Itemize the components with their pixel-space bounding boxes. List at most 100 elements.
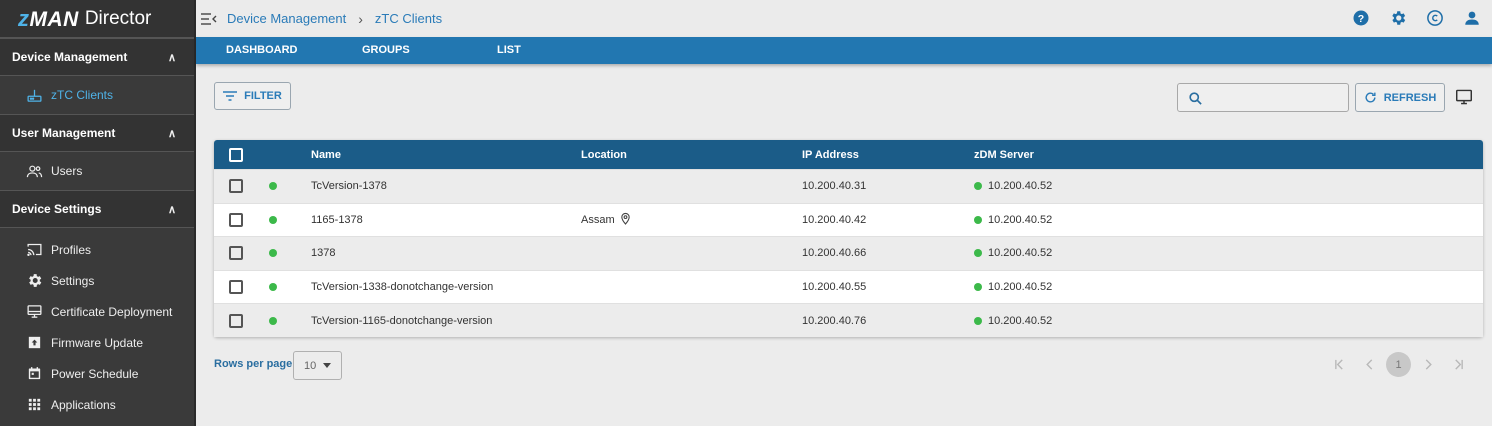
column-ip-address[interactable]: IP Address — [802, 149, 859, 161]
server-status-dot — [974, 283, 982, 292]
app-logo[interactable]: zMAN Director — [0, 0, 194, 38]
search-box[interactable] — [1177, 83, 1349, 112]
row-checkbox[interactable] — [229, 313, 243, 328]
chevron-up-icon: ∧ — [167, 51, 176, 64]
server-status-dot — [974, 182, 982, 191]
online-status-dot — [269, 316, 277, 325]
cell-server: 10.200.40.52 — [974, 281, 1052, 293]
location-text: Assam — [581, 213, 615, 226]
sidebar-item-ztc-clients[interactable]: zTC Clients — [0, 76, 194, 114]
online-status-dot — [269, 283, 277, 292]
sidebar-item-label: Firmware Update — [51, 335, 144, 350]
sidebar-item-settings[interactable]: Settings — [0, 265, 194, 296]
row-checkbox[interactable] — [229, 212, 243, 227]
clients-table: Name Location IP Address zDM Server TcVe… — [214, 140, 1483, 337]
tab-bar: DASHBOARD GROUPS LIST — [196, 37, 1492, 64]
server-status-dot — [974, 316, 982, 325]
sidebar-item-certificate-deployment[interactable]: Certificate Deployment — [0, 296, 194, 327]
server-status-dot — [974, 249, 982, 258]
breadcrumb: Device Management › zTC Clients — [227, 11, 442, 27]
column-zdm-server[interactable]: zDM Server — [974, 149, 1034, 161]
cell-server: 10.200.40.52 — [974, 214, 1052, 226]
row-checkbox-cell — [229, 212, 243, 227]
status-cell — [269, 182, 277, 191]
server-status-dot — [974, 215, 982, 224]
sidebar-item-power-schedule[interactable]: Power Schedule — [0, 358, 194, 389]
select-all-checkbox[interactable] — [229, 147, 243, 162]
location-pin-icon[interactable] — [620, 212, 631, 228]
sidebar-item-label: Settings — [51, 273, 95, 288]
row-checkbox-cell — [229, 246, 243, 261]
cell-ip: 10.200.40.55 — [802, 281, 867, 294]
cell-name: 1165-1378 — [311, 213, 363, 226]
display-icon[interactable] — [1455, 89, 1473, 110]
row-checkbox[interactable] — [229, 280, 243, 295]
table-header: Name Location IP Address zDM Server — [214, 140, 1483, 169]
row-checkbox[interactable] — [229, 246, 243, 261]
section-device-management[interactable]: Device Management ∧ — [0, 38, 194, 76]
tab-groups[interactable]: GROUPS — [362, 44, 410, 56]
page-number-current[interactable]: 1 — [1386, 352, 1411, 377]
logo-brand-rest: MAN — [29, 7, 79, 31]
sidebar-item-firmware-update[interactable]: Firmware Update — [0, 327, 194, 358]
cell-location: Assam — [581, 212, 631, 228]
top-icons: ? — [1334, 8, 1482, 28]
table-row[interactable]: 1378 10.200.40.66 10.200.40.52 — [214, 236, 1483, 270]
table-row[interactable]: TcVersion-1378 10.200.40.31 10.200.40.52 — [214, 169, 1483, 203]
online-status-dot — [269, 249, 277, 258]
server-text: 10.200.40.52 — [988, 314, 1053, 327]
sidebar-item-label: zTC Clients — [51, 88, 114, 102]
column-name[interactable]: Name — [311, 149, 341, 161]
users-icon — [25, 163, 43, 179]
cell-name: TcVersion-1165-donotchange-version — [311, 314, 493, 327]
section-device-settings[interactable]: Device Settings ∧ — [0, 190, 194, 228]
settings-gear-icon[interactable] — [1388, 8, 1408, 28]
table-row[interactable]: TcVersion-1165-donotchange-version 10.20… — [214, 303, 1483, 337]
collapse-menu-icon[interactable] — [201, 12, 219, 26]
cell-ip: 10.200.40.66 — [802, 247, 867, 260]
refresh-icon — [1365, 92, 1376, 103]
cell-ip: 10.200.40.42 — [802, 213, 867, 226]
filter-button[interactable]: FILTER — [214, 82, 291, 110]
table-row[interactable]: TcVersion-1338-donotchange-version 10.20… — [214, 269, 1483, 304]
chevron-right-icon: › — [358, 10, 363, 27]
sidebar-item-applications[interactable]: Applications — [0, 389, 194, 420]
gear-icon — [25, 273, 43, 289]
help-icon[interactable]: ? — [1351, 8, 1371, 28]
server-text: 10.200.40.52 — [988, 213, 1053, 226]
search-input[interactable] — [1178, 84, 1348, 111]
user-icon[interactable] — [1462, 8, 1482, 28]
chevron-up-icon: ∧ — [167, 127, 176, 140]
refresh-button[interactable]: REFRESH — [1355, 83, 1445, 112]
row-checkbox-cell — [229, 280, 243, 295]
cell-name: TcVersion-1338-donotchange-version — [311, 281, 494, 294]
tab-dashboard[interactable]: DASHBOARD — [226, 44, 298, 56]
table-row[interactable]: 1165-1378 Assam 10.200.40.42 10.200.40.5… — [214, 202, 1483, 237]
sidebar-item-profiles[interactable]: Profiles — [0, 234, 194, 265]
cell-ip: 10.200.40.31 — [802, 180, 867, 193]
next-page-icon[interactable] — [1421, 352, 1437, 376]
calendar-icon — [25, 366, 43, 382]
cell-ip: 10.200.40.76 — [802, 314, 867, 327]
previous-page-icon[interactable] — [1361, 352, 1377, 376]
sidebar-item-label: Profiles — [51, 242, 92, 257]
status-cell — [269, 249, 277, 258]
cell-name: 1378 — [311, 247, 336, 260]
section-user-management[interactable]: User Management ∧ — [0, 114, 194, 152]
cell-server: 10.200.40.52 — [974, 247, 1052, 259]
first-page-icon[interactable] — [1331, 352, 1347, 376]
row-checkbox-cell — [229, 313, 243, 328]
tab-list[interactable]: LIST — [497, 44, 521, 56]
row-checkbox[interactable] — [229, 179, 243, 194]
server-text: 10.200.40.52 — [988, 180, 1053, 193]
filter-label: FILTER — [244, 90, 282, 102]
monitor-icon — [25, 304, 43, 320]
cast-icon — [25, 242, 43, 258]
column-location[interactable]: Location — [581, 149, 627, 161]
breadcrumb-root[interactable]: Device Management — [227, 11, 346, 26]
copyright-icon[interactable] — [1425, 8, 1445, 28]
rows-per-page-select[interactable]: 10 — [293, 351, 342, 380]
last-page-icon[interactable] — [1450, 352, 1466, 376]
sidebar-item-users[interactable]: Users — [0, 152, 194, 190]
section-title: Device Settings — [12, 202, 102, 216]
